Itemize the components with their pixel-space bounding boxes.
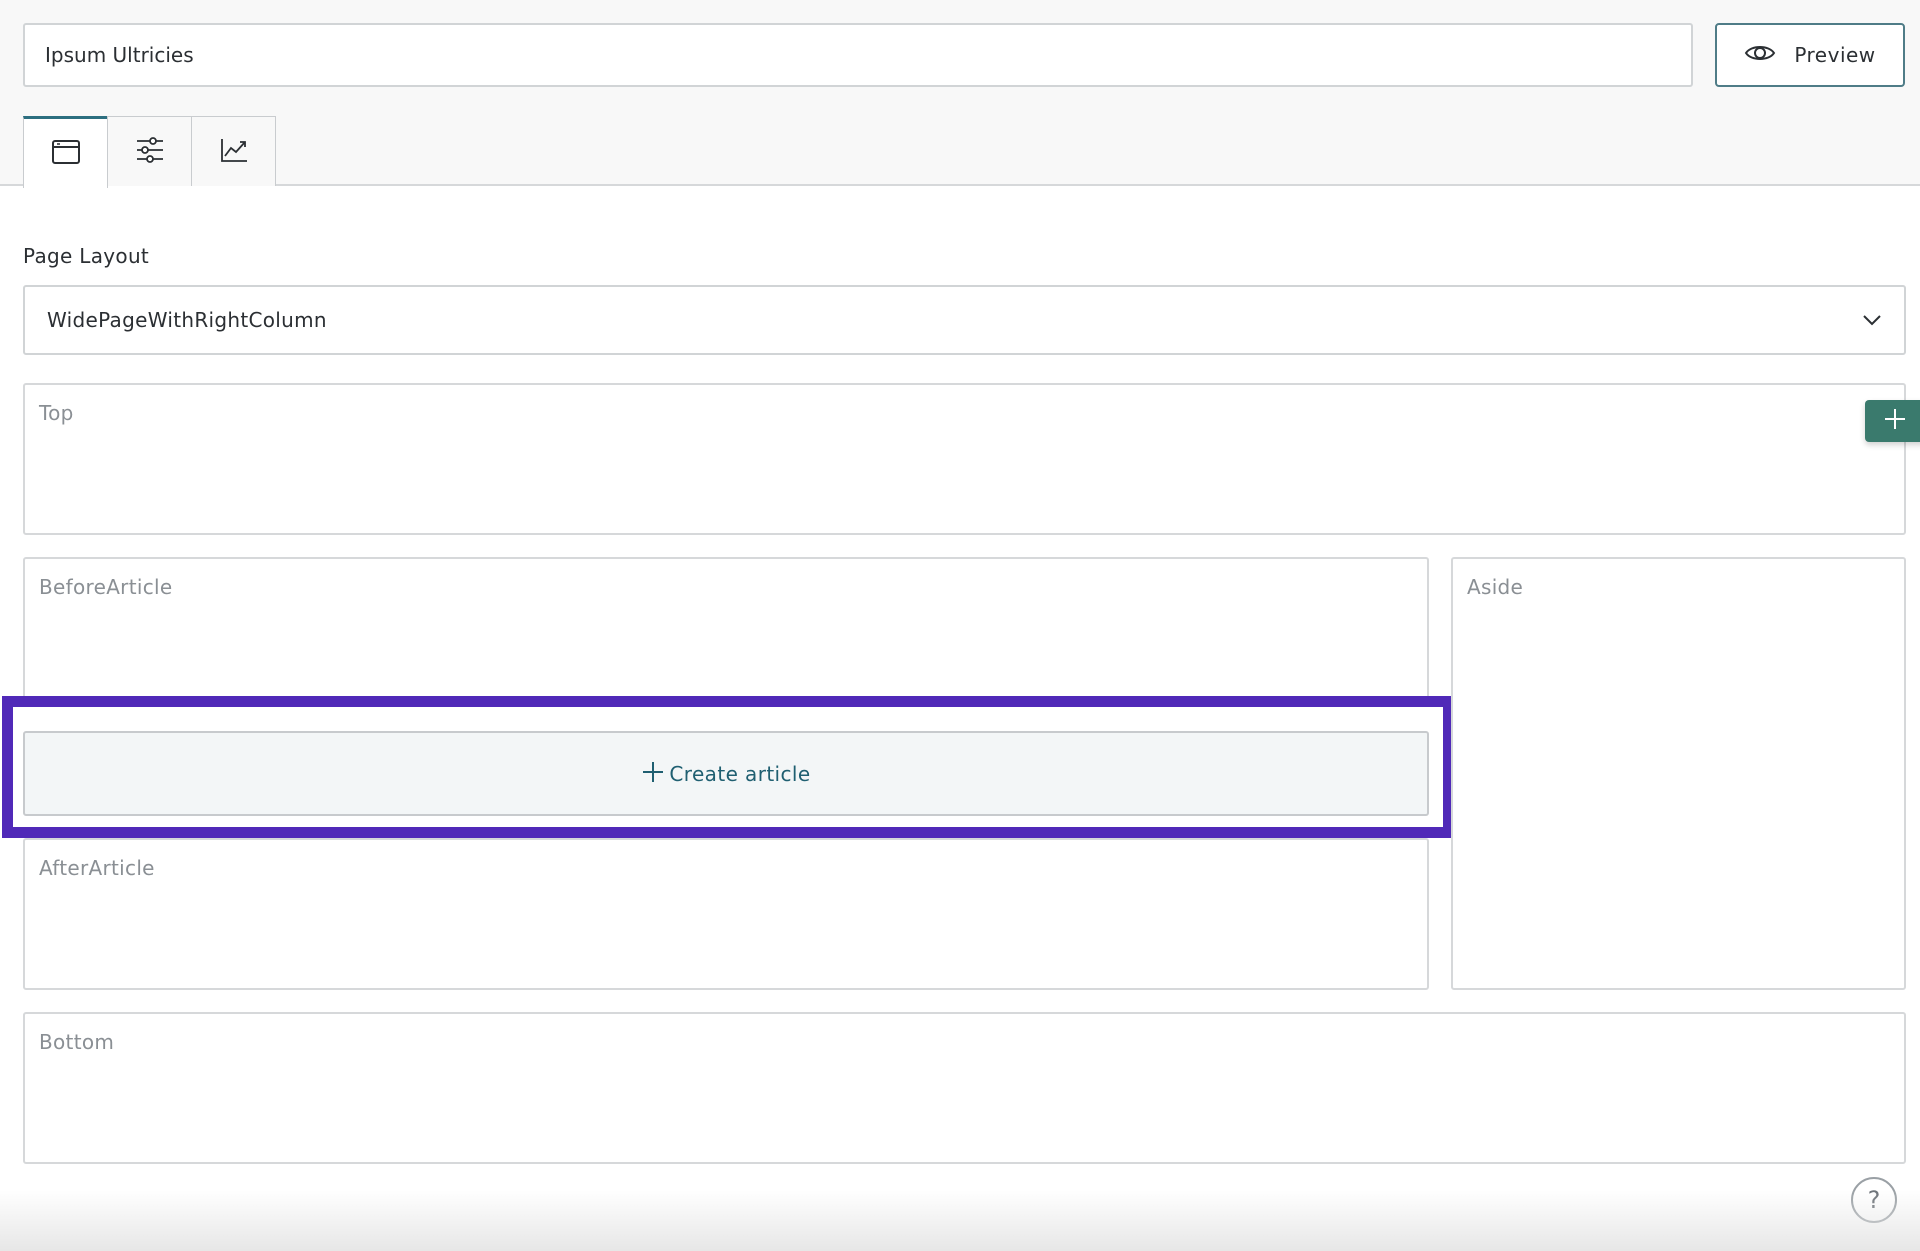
zone-bottom[interactable]: Bottom [23, 1012, 1906, 1164]
plus-icon [641, 760, 665, 788]
tab-analytics[interactable] [191, 116, 276, 186]
zone-aside[interactable]: Aside [1451, 557, 1906, 990]
add-block-button[interactable] [1865, 400, 1920, 442]
chevron-down-icon [1862, 311, 1882, 330]
editor-tabs [23, 116, 276, 188]
sliders-icon [135, 136, 165, 168]
create-article-label: Create article [669, 761, 811, 786]
zone-before-article[interactable]: BeforeArticle [23, 557, 1429, 705]
chart-line-icon [219, 137, 249, 167]
zone-before-article-label: BeforeArticle [39, 575, 173, 599]
zone-aside-label: Aside [1467, 575, 1524, 599]
plus-icon [1883, 407, 1907, 435]
eye-icon [1744, 42, 1776, 68]
page-layout-label: Page Layout [23, 244, 150, 268]
help-button[interactable]: ? [1851, 1177, 1897, 1223]
zone-after-article[interactable]: AfterArticle [23, 838, 1429, 990]
zone-bottom-label: Bottom [39, 1030, 115, 1054]
page-title-input[interactable] [23, 23, 1693, 87]
page-layout-select[interactable]: WidePageWithRightColumn [23, 285, 1906, 355]
browser-window-icon [51, 139, 81, 169]
bottom-fade [0, 1190, 1920, 1251]
help-icon: ? [1867, 1186, 1881, 1214]
create-article-button[interactable]: Create article [23, 731, 1429, 816]
preview-label: Preview [1794, 43, 1876, 67]
zone-top-label: Top [39, 401, 74, 425]
zone-after-article-label: AfterArticle [39, 856, 155, 880]
page-layout-value: WidePageWithRightColumn [47, 308, 327, 332]
preview-button[interactable]: Preview [1715, 23, 1905, 87]
tab-content[interactable] [23, 116, 108, 188]
zone-top[interactable]: Top [23, 383, 1906, 535]
tab-settings[interactable] [107, 116, 192, 186]
